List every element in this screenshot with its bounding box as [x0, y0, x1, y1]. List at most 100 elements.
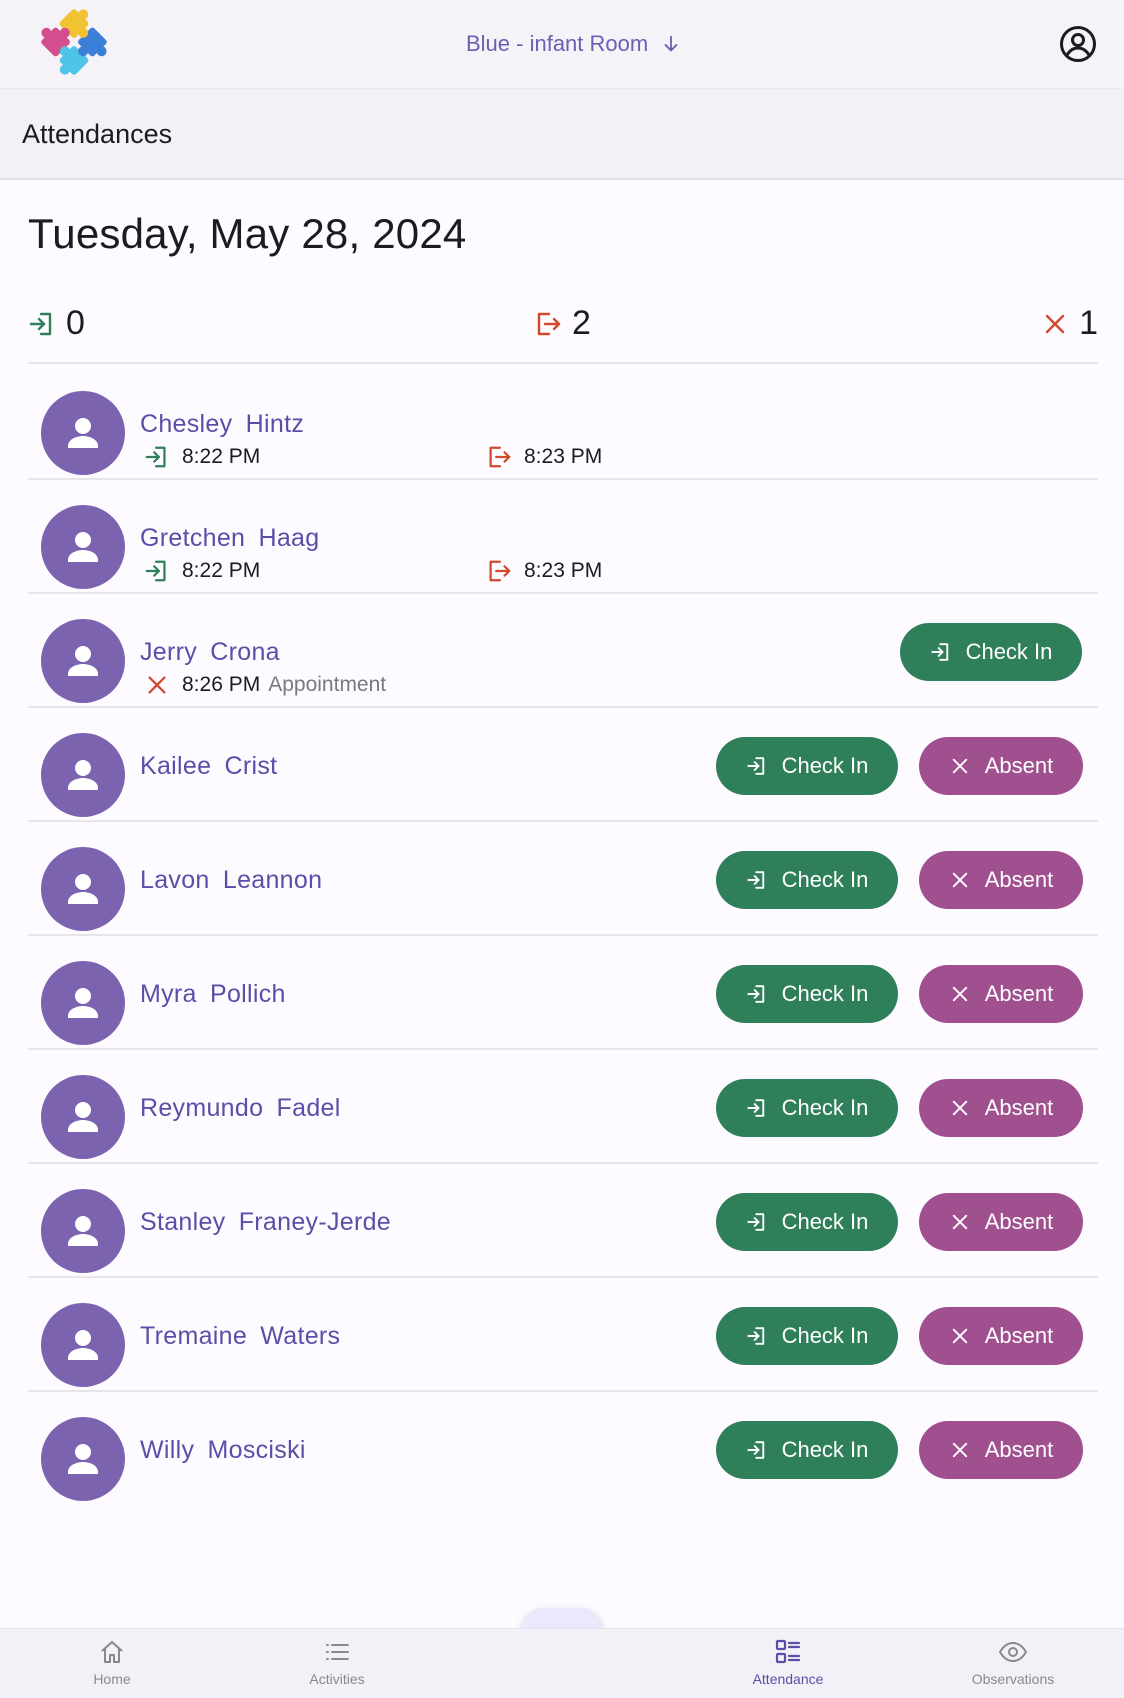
close-icon	[952, 872, 967, 888]
check-in-button[interactable]: Check In	[716, 737, 898, 795]
person-icon	[68, 874, 98, 904]
child-row[interactable]: Stanley Franey-Jerde Check In Absent	[28, 1164, 1098, 1278]
checklist-icon	[775, 1639, 801, 1664]
nav-attendance[interactable]: Attendance	[718, 1637, 858, 1687]
nav-home[interactable]: Home	[42, 1637, 182, 1687]
child-name[interactable]: Stanley Franey-Jerde	[140, 1208, 391, 1237]
check-out-time-value: 8:23 PM	[524, 559, 603, 582]
avatar	[41, 1075, 125, 1159]
login-icon	[746, 757, 764, 775]
check-in-button-label: Check In	[965, 639, 1053, 664]
child-row[interactable]: Lavon Leannon Check In Absent	[28, 822, 1098, 936]
logout-icon	[489, 560, 511, 582]
login-icon	[930, 643, 948, 661]
check-in-button-label: Check In	[781, 1209, 869, 1234]
avatar	[41, 505, 125, 589]
person-icon	[68, 1444, 98, 1474]
avatar	[41, 733, 125, 817]
check-in-button[interactable]: Check In	[716, 965, 898, 1023]
close-icon	[952, 758, 967, 774]
absent-button-label: Absent	[984, 1437, 1054, 1462]
eye-icon	[998, 1641, 1028, 1663]
checked-out-count: 2	[534, 304, 591, 343]
check-in-time: 8:22 PM	[144, 558, 260, 584]
person-icon	[68, 988, 98, 1018]
login-icon	[746, 1441, 764, 1459]
child-row[interactable]: Chesley Hintz 8:22 PM 8:23 PM	[28, 366, 1098, 480]
absent-button-label: Absent	[984, 753, 1054, 778]
puzzle-logo-icon	[30, 2, 120, 84]
child-row[interactable]: Jerry Crona 8:26 PM Appointment Check In	[28, 594, 1098, 708]
room-selector-label: Blue - infant Room	[466, 31, 649, 56]
absent-button-label: Absent	[984, 1323, 1054, 1348]
account-circle-icon	[1060, 26, 1096, 62]
nav-observations[interactable]: Observations	[943, 1637, 1083, 1687]
child-name[interactable]: Jerry Crona	[140, 638, 280, 667]
person-icon	[68, 532, 98, 562]
child-row[interactable]: Willy Mosciski Check In Absent	[28, 1392, 1098, 1506]
absent-button[interactable]: Absent	[919, 1193, 1083, 1251]
home-icon	[101, 1641, 123, 1663]
person-icon	[68, 1216, 98, 1246]
arrow-down-icon	[664, 35, 678, 52]
login-icon	[746, 1213, 764, 1231]
login-icon	[746, 1327, 764, 1345]
check-in-button[interactable]: Check In	[716, 1307, 898, 1365]
child-name[interactable]: Lavon Leannon	[140, 866, 322, 895]
check-in-button[interactable]: Check In	[716, 851, 898, 909]
absent-button[interactable]: Absent	[919, 851, 1083, 909]
child-name[interactable]: Myra Pollich	[140, 980, 286, 1009]
top-app-bar: Blue - infant Room	[0, 0, 1124, 88]
absent-button[interactable]: Absent	[919, 965, 1083, 1023]
close-icon	[952, 1214, 967, 1230]
child-row[interactable]: Kailee Crist Check In Absent	[28, 708, 1098, 822]
absent-button-label: Absent	[984, 1095, 1054, 1120]
login-icon	[145, 446, 166, 468]
child-name[interactable]: Gretchen Haag	[140, 524, 319, 553]
check-in-button-label: Check In	[781, 867, 869, 892]
check-in-button-label: Check In	[781, 753, 869, 778]
room-selector[interactable]: Blue - infant Room	[466, 26, 682, 62]
avatar	[41, 619, 125, 703]
avatar	[41, 1417, 125, 1501]
app-root: Blue - infant Room Attendances Tuesday, …	[0, 0, 1124, 1698]
check-in-button[interactable]: Check In	[716, 1193, 898, 1251]
check-in-time: 8:22 PM	[144, 444, 260, 470]
absent-time-value: 8:26 PM	[182, 673, 261, 696]
person-icon	[68, 646, 98, 676]
absent-button-label: Absent	[984, 1209, 1054, 1234]
child-name[interactable]: Willy Mosciski	[140, 1436, 306, 1465]
close-icon	[952, 1442, 967, 1458]
child-name[interactable]: Tremaine Waters	[140, 1322, 340, 1351]
child-name[interactable]: Kailee Crist	[140, 752, 277, 781]
login-icon	[746, 985, 764, 1003]
absent-button-label: Absent	[984, 981, 1054, 1006]
child-row[interactable]: Tremaine Waters Check In Absent	[28, 1278, 1098, 1392]
login-icon	[746, 1099, 764, 1117]
close-icon	[952, 1328, 967, 1344]
child-attendance-list: Chesley Hintz 8:22 PM 8:23 PM Gretchen Haag…	[28, 366, 1098, 1506]
child-row[interactable]: Myra Pollich Check In Absent	[28, 936, 1098, 1050]
nav-home-label: Home	[93, 1671, 131, 1687]
absent-button[interactable]: Absent	[919, 737, 1083, 795]
absent-button[interactable]: Absent	[919, 1421, 1083, 1479]
absent-button[interactable]: Absent	[919, 1079, 1083, 1137]
child-row[interactable]: Gretchen Haag 8:22 PM 8:23 PM	[28, 480, 1098, 594]
nav-activities[interactable]: Activities	[267, 1637, 407, 1687]
logout-icon	[537, 312, 561, 335]
child-row[interactable]: Reymundo Fadel Check In Absent	[28, 1050, 1098, 1164]
check-in-button[interactable]: Check In	[716, 1079, 898, 1137]
check-in-button[interactable]: Check In	[900, 623, 1082, 681]
check-in-button[interactable]: Check In	[716, 1421, 898, 1479]
divider	[28, 362, 1098, 364]
absent-button[interactable]: Absent	[919, 1307, 1083, 1365]
child-name[interactable]: Reymundo Fadel	[140, 1094, 341, 1123]
close-icon	[148, 676, 166, 694]
person-icon	[68, 1330, 98, 1360]
absent-time: 8:26 PM Appointment	[144, 672, 386, 698]
nav-attendance-label: Attendance	[752, 1671, 824, 1687]
account-button[interactable]	[1056, 22, 1100, 66]
child-name[interactable]: Chesley Hintz	[140, 410, 304, 439]
absent-count-value: 1	[1079, 304, 1098, 342]
checked-out-count-value: 2	[572, 304, 591, 342]
